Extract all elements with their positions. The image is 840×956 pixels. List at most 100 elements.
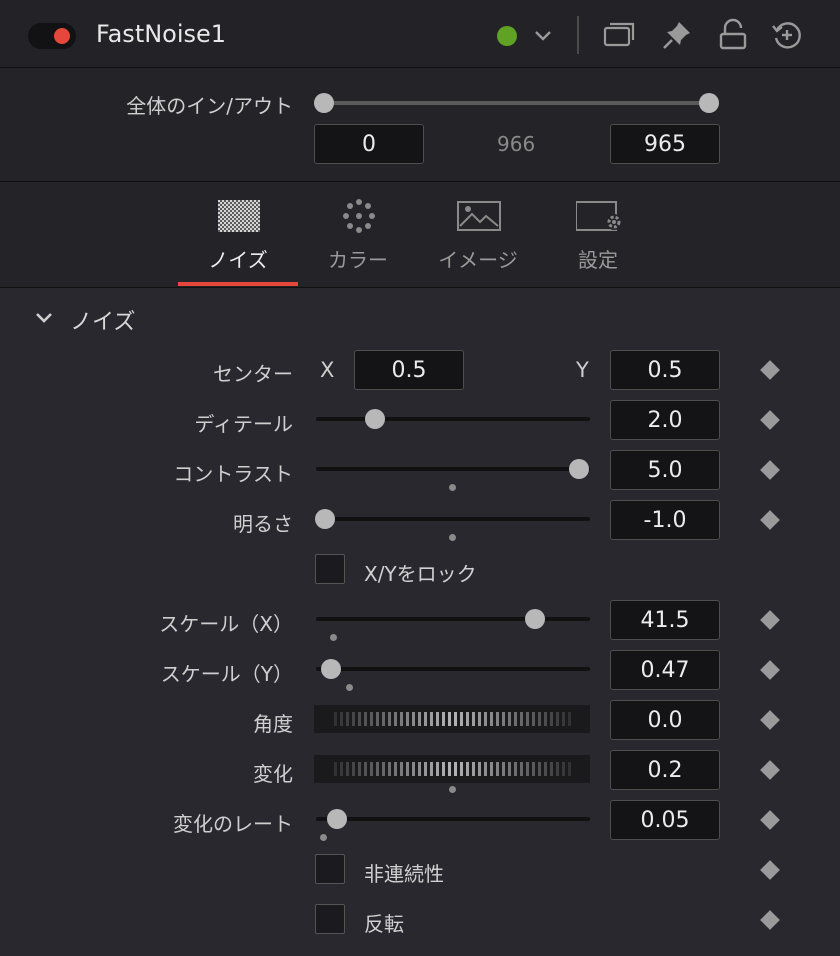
- detail-slider-track[interactable]: [316, 417, 590, 421]
- color-dots-icon: [343, 199, 375, 233]
- seethe-rate-label: 変化のレート: [173, 812, 293, 836]
- out-handle[interactable]: [699, 93, 719, 113]
- thumbwheel-ridge: [537, 712, 541, 726]
- contrast-slider-track[interactable]: [316, 467, 590, 471]
- header-divider: [577, 16, 579, 54]
- keyframe-brightness[interactable]: [760, 510, 780, 530]
- node-title: FastNoise1: [96, 20, 227, 48]
- keyframe-angle[interactable]: [760, 710, 780, 730]
- thumbwheel-ridge: [369, 712, 373, 726]
- duration-text: 966: [497, 132, 536, 156]
- brightness-slider-knob[interactable]: [315, 509, 335, 529]
- global-in-out-label: 全体のイン/アウト: [126, 94, 293, 118]
- tab-settings-label: 設定: [578, 248, 618, 272]
- angle-label: 角度: [253, 712, 293, 736]
- thumbwheel-ridge: [495, 762, 499, 776]
- thumbwheel-ridge: [483, 762, 487, 776]
- seethe-rate-default-marker: [320, 834, 327, 841]
- thumbwheel-ridge: [495, 712, 499, 726]
- node-color-dot[interactable]: [497, 26, 517, 46]
- keyframe-seethe[interactable]: [760, 760, 780, 780]
- thumbwheel-ridge: [549, 712, 553, 726]
- scale-y-field[interactable]: 0.47: [610, 650, 720, 690]
- in-out-range-track[interactable]: [324, 101, 710, 105]
- tab-image[interactable]: イメージ: [418, 182, 538, 286]
- scale-x-slider-knob[interactable]: [525, 609, 545, 629]
- invert-label: 反転: [364, 912, 404, 936]
- contrast-label: コントラスト: [173, 462, 293, 486]
- enable-toggle[interactable]: [28, 23, 76, 49]
- thumbwheel-ridge: [525, 762, 529, 776]
- seethe-default-marker: [449, 786, 456, 793]
- seethe-rate-field[interactable]: 0.05: [610, 800, 720, 840]
- thumbwheel-ridge: [465, 762, 469, 776]
- lock-xy-checkbox[interactable]: [315, 554, 345, 584]
- angle-thumbwheel[interactable]: [314, 705, 590, 733]
- center-x-field[interactable]: 0.5: [354, 350, 464, 390]
- thumbwheel-ridge: [375, 712, 379, 726]
- keyframe-discontinuous[interactable]: [760, 860, 780, 880]
- thumbwheel-ridge: [519, 712, 523, 726]
- thumbwheel-ridge: [429, 762, 433, 776]
- thumbwheel-ridge: [471, 712, 475, 726]
- contrast-slider-knob[interactable]: [569, 459, 589, 479]
- discontinuous-checkbox[interactable]: [315, 854, 345, 884]
- seethe-rate-slider-track[interactable]: [316, 817, 590, 821]
- thumbwheel-ridge: [567, 712, 571, 726]
- center-y-label: Y: [576, 358, 589, 382]
- chevron-down-icon[interactable]: [530, 22, 556, 48]
- thumbwheel-ridge: [441, 712, 445, 726]
- keyframe-seethe-rate[interactable]: [760, 810, 780, 830]
- brightness-field[interactable]: -1.0: [610, 500, 720, 540]
- lock-icon[interactable]: [716, 18, 750, 52]
- node-header: FastNoise1: [0, 0, 840, 68]
- tab-color[interactable]: カラー: [298, 182, 418, 286]
- invert-checkbox[interactable]: [315, 904, 345, 934]
- in-field[interactable]: 0: [314, 124, 424, 164]
- brightness-slider-track[interactable]: [316, 517, 590, 521]
- scale-x-field[interactable]: 41.5: [610, 600, 720, 640]
- keyframe-detail[interactable]: [760, 410, 780, 430]
- thumbwheel-ridge: [399, 712, 403, 726]
- angle-field[interactable]: 0.0: [610, 700, 720, 740]
- scale-x-slider-track[interactable]: [316, 617, 590, 621]
- thumbwheel-ridge: [345, 712, 349, 726]
- thumbwheel-ridge: [369, 762, 373, 776]
- image-icon: [457, 201, 501, 231]
- thumbwheel-ridge: [561, 712, 565, 726]
- scale-y-slider-knob[interactable]: [321, 659, 341, 679]
- keyframe-center[interactable]: [760, 360, 780, 380]
- thumbwheel-ridge: [465, 712, 469, 726]
- keyframe-contrast[interactable]: [760, 460, 780, 480]
- seethe-rate-slider-knob[interactable]: [327, 809, 347, 829]
- thumbwheel-ridge: [447, 712, 451, 726]
- detail-slider-knob[interactable]: [365, 409, 385, 429]
- versions-icon[interactable]: [602, 18, 636, 52]
- thumbwheel-ridge: [333, 712, 337, 726]
- thumbwheel-ridge: [501, 712, 505, 726]
- detail-label: ディテール: [194, 412, 293, 436]
- thumbwheel-ridge: [459, 762, 463, 776]
- keyframe-scale-x[interactable]: [760, 610, 780, 630]
- pin-icon[interactable]: [660, 18, 694, 52]
- center-y-field[interactable]: 0.5: [610, 350, 720, 390]
- out-field[interactable]: 965: [610, 124, 720, 164]
- thumbwheel-ridge: [537, 762, 541, 776]
- in-handle[interactable]: [314, 93, 334, 113]
- seethe-field[interactable]: 0.2: [610, 750, 720, 790]
- tab-noise[interactable]: ノイズ: [178, 182, 298, 286]
- tab-settings[interactable]: 設定: [538, 182, 658, 286]
- keyframe-scale-y[interactable]: [760, 660, 780, 680]
- scale-y-slider-track[interactable]: [316, 667, 590, 671]
- contrast-field[interactable]: 5.0: [610, 450, 720, 490]
- keyframe-invert[interactable]: [760, 910, 780, 930]
- thumbwheel-ridge: [453, 712, 457, 726]
- thumbwheel-ridge: [543, 712, 547, 726]
- reset-icon[interactable]: [770, 18, 804, 52]
- chevron-down-icon[interactable]: [32, 306, 56, 330]
- section-title: ノイズ: [70, 310, 136, 335]
- thumbwheel-ridge: [363, 762, 367, 776]
- tab-image-label: イメージ: [438, 248, 518, 272]
- detail-field[interactable]: 2.0: [610, 400, 720, 440]
- seethe-thumbwheel[interactable]: [314, 755, 590, 783]
